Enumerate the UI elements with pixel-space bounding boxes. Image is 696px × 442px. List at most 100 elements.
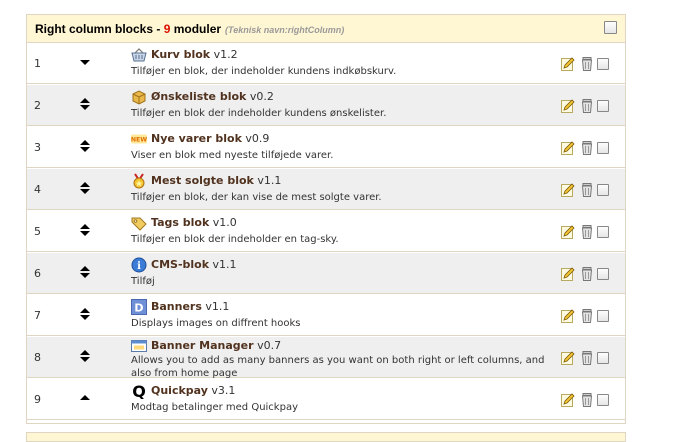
row-checkbox[interactable] [597,100,609,112]
module-title: Banners [151,300,202,313]
module-row: 1 Kurv blok v1.2 Tilføjer en blok, der ind… [27,43,625,84]
svg-text:D: D [134,302,143,315]
module-description: Tilføj [131,276,155,287]
edit-icon[interactable] [561,57,575,71]
title-separator: - [153,22,164,36]
delete-icon[interactable] [581,99,593,113]
reorder-arrows [79,266,91,278]
row-checkbox[interactable] [597,268,609,280]
row-checkbox[interactable] [597,310,609,322]
module-name: Mest solgte blok v1.1 [151,174,281,187]
q-letter-icon: Q [131,383,147,399]
move-up-icon[interactable] [80,308,90,313]
next-panel-edge [26,432,626,442]
module-title: Quickpay [151,384,208,397]
module-position: 6 [34,267,41,280]
edit-icon[interactable] [561,393,575,407]
module-name: Kurv blok v1.2 [151,48,238,61]
module-row: 3 NEW Nye varer blok v0.9 Viser en blok med… [27,127,625,168]
row-actions [561,267,615,281]
module-name: Tags blok v1.0 [151,216,237,229]
edit-icon[interactable] [561,141,575,155]
module-position: 8 [34,351,41,364]
module-title: Mest solgte blok [151,174,254,187]
move-up-icon[interactable] [80,140,90,145]
move-down-icon[interactable] [80,273,90,278]
row-actions [561,225,615,239]
move-up-icon[interactable] [80,266,90,271]
panel-title: Right column blocks - 9 moduler (Teknisk … [35,22,344,36]
delete-icon[interactable] [581,57,593,71]
svg-text:NEW: NEW [131,137,147,144]
move-up-icon[interactable] [80,350,90,355]
edit-icon[interactable] [561,183,575,197]
move-down-icon[interactable] [80,60,90,65]
module-description: Viser en blok med nyeste tilføjede varer… [131,150,334,161]
move-down-icon[interactable] [80,189,90,194]
edit-icon[interactable] [561,225,575,239]
technical-name: (Teknisk navn:rightColumn) [225,25,345,35]
module-title: Ønskeliste blok [151,90,247,103]
row-checkbox[interactable] [597,58,609,70]
module-position: 3 [34,141,41,154]
edit-icon[interactable] [561,309,575,323]
module-name: Ønskeliste blok v0.2 [151,90,274,103]
module-row: 5 Tags blok v1.0 Tilføjer en blok der inde… [27,211,625,252]
module-row: 2 Ønskeliste blok v0.2 Tilføjer en blok de… [27,85,625,126]
move-down-icon[interactable] [80,147,90,152]
move-down-icon[interactable] [80,231,90,236]
module-row: 9 Q Quickpay v3.1 Modtag betalinger med Qui… [27,379,625,420]
module-version: v1.1 [201,300,230,313]
row-actions [561,351,615,365]
module-name: CMS-blok v1.1 [151,258,237,271]
move-down-icon[interactable] [80,315,90,320]
move-up-icon[interactable] [80,98,90,103]
row-checkbox[interactable] [597,226,609,238]
delete-icon[interactable] [581,183,593,197]
module-row: 4 Mest solgte blok v1.1 Tilføjer en blok, … [27,169,625,210]
delete-icon[interactable] [581,225,593,239]
medal-icon [131,173,147,189]
edit-icon[interactable] [561,99,575,113]
move-down-icon[interactable] [80,357,90,362]
delete-icon[interactable] [581,309,593,323]
module-position: 2 [34,99,41,112]
row-checkbox[interactable] [597,394,609,406]
reorder-arrows [79,224,91,236]
reorder-arrows [79,98,91,110]
delete-icon[interactable] [581,141,593,155]
move-down-icon[interactable] [80,105,90,110]
module-position: 5 [34,225,41,238]
module-description: Tilføjer en blok der indeholder en tag-s… [131,234,339,245]
panel-header: Right column blocks - 9 moduler (Teknisk … [27,15,625,43]
module-name: Quickpay v3.1 [151,384,235,397]
move-up-icon[interactable] [80,224,90,229]
row-actions [561,57,615,71]
tag-icon [131,215,147,231]
module-description: Displays images on diffrent hooks [131,318,301,329]
module-title: Nye varer blok [151,132,242,145]
select-all-checkbox[interactable] [604,21,617,34]
module-position: 1 [34,57,41,70]
row-checkbox[interactable] [597,184,609,196]
module-version: v3.1 [207,384,236,397]
delete-icon[interactable] [581,267,593,281]
delete-icon[interactable] [581,393,593,407]
module-version: v1.1 [209,258,237,271]
row-actions [561,141,615,155]
edit-icon[interactable] [561,267,575,281]
d-letter-icon: D [131,299,147,315]
hook-title: Right column blocks [35,22,154,36]
module-count-label: moduler [170,22,222,36]
move-up-icon[interactable] [80,182,90,187]
move-up-icon[interactable] [80,395,90,400]
delete-icon[interactable] [581,351,593,365]
edit-icon[interactable] [561,351,575,365]
module-description: Allows you to add as many banners as you… [131,355,545,379]
module-name: Banners v1.1 [151,300,229,313]
module-row: 8 Banner Manager v0.7 Allows you to add as… [27,337,625,379]
row-checkbox[interactable] [597,142,609,154]
row-checkbox[interactable] [597,352,609,364]
reorder-arrows [79,182,91,194]
module-description: Tilføjer en blok, der indeholder kundens… [131,66,397,77]
